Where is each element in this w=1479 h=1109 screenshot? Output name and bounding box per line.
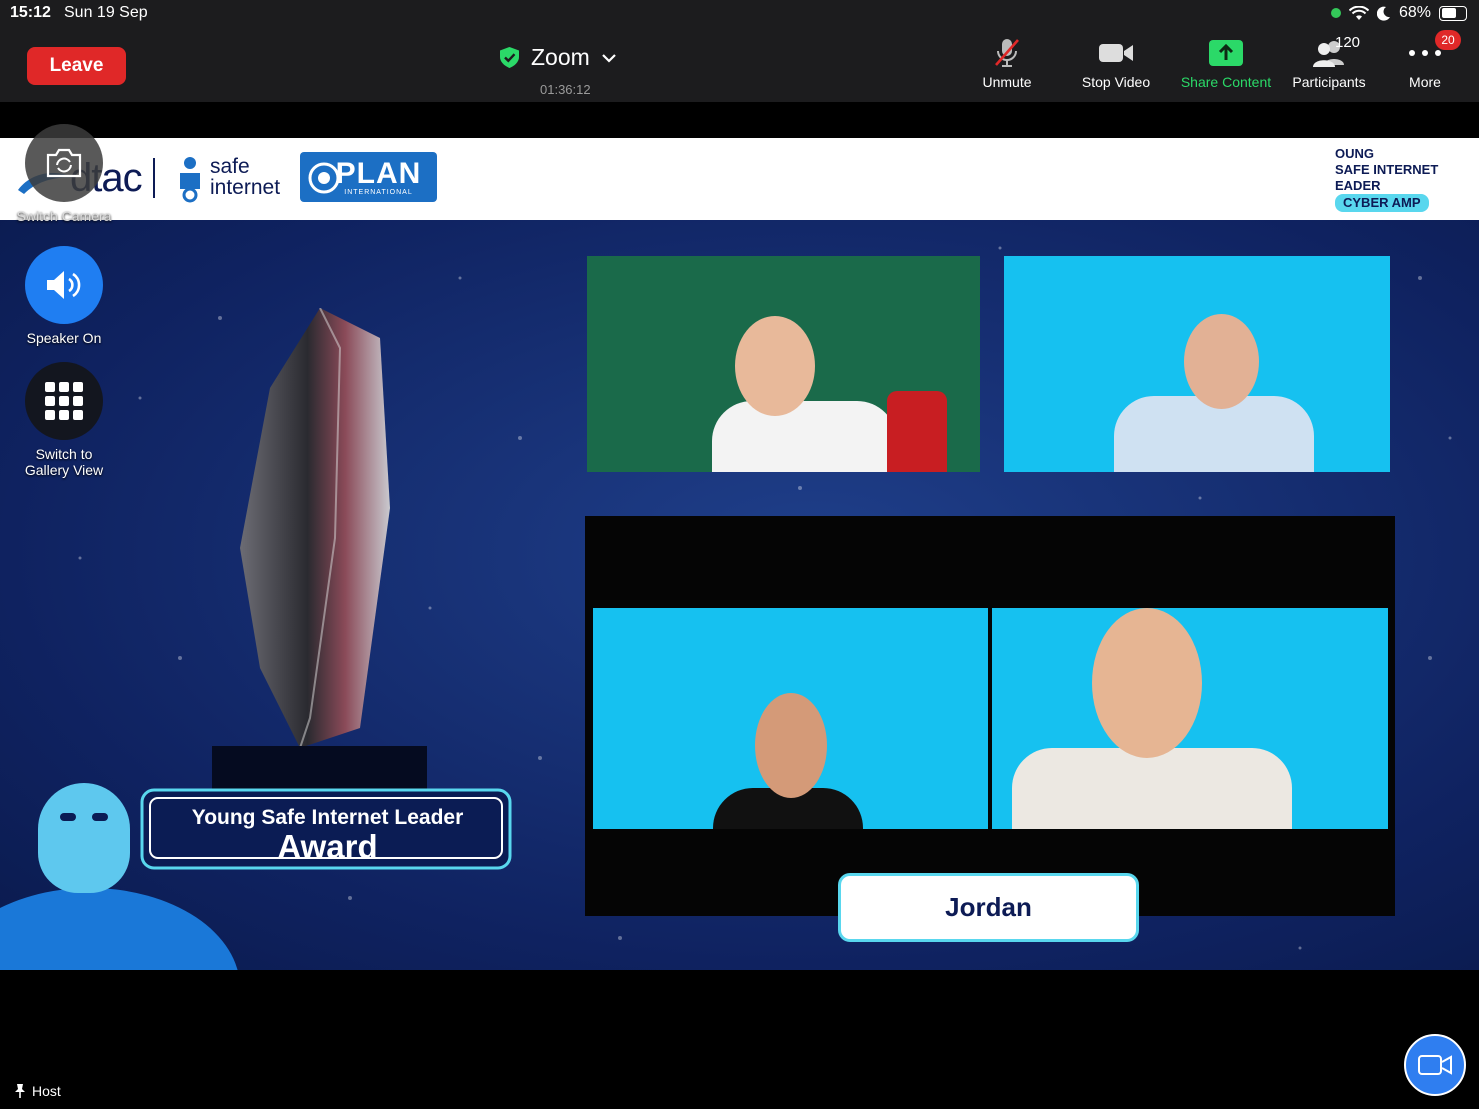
stop-video-label: Stop Video — [1081, 74, 1151, 90]
speaker-name-card: Jordan — [838, 873, 1139, 942]
status-indicators: 68% — [1330, 4, 1467, 22]
cyber-camp-logo: OUNG SAFE INTERNET EADER CYBER AMP — [1335, 146, 1438, 212]
shared-video-stage: dtac safe internet PLAN INTERNATIONAL OU… — [0, 138, 1479, 970]
share-screen-icon — [1209, 40, 1243, 66]
participant-body — [712, 401, 897, 472]
battery-icon — [1439, 5, 1467, 21]
video-tile-participant-1 — [587, 256, 980, 472]
camp-line2: SAFE INTERNET — [1335, 162, 1439, 177]
meeting-title-dropdown[interactable]: Zoom — [500, 44, 616, 71]
status-bar: 15:12 Sun 19 Sep 68% — [0, 0, 1479, 28]
speaker-icon — [47, 271, 81, 299]
participant-head — [755, 693, 827, 798]
speaker-label: Speaker On — [26, 330, 102, 346]
mascot-eye-right — [92, 813, 108, 821]
plan-logo-subtext: INTERNATIONAL — [344, 188, 413, 196]
host-indicator: Host — [14, 1083, 61, 1099]
camera-toggle-button[interactable] — [1404, 1034, 1466, 1096]
award-title-line2: Award — [277, 828, 378, 865]
event-banner: dtac safe internet PLAN INTERNATIONAL OU… — [0, 138, 1479, 220]
gallery-view-label-2: Gallery View — [24, 462, 104, 478]
speaker-circle — [25, 246, 103, 324]
leave-button[interactable]: Leave — [27, 47, 126, 85]
video-tile-participant-3 — [593, 608, 988, 829]
speaker-button[interactable]: Speaker On — [4, 246, 124, 346]
safe-internet-logo: safe internet — [210, 156, 280, 198]
participants-label: Participants — [1292, 74, 1366, 90]
gallery-view-label-1: Switch to — [35, 446, 93, 462]
mascot-eye-left — [60, 813, 76, 821]
battery-fill — [1441, 8, 1456, 18]
participants-button[interactable]: 120 Participants — [1274, 34, 1384, 96]
plan-logo-text: PLAN — [335, 156, 422, 190]
camp-line1: OUNG — [1335, 146, 1374, 161]
safe-internet-line1: safe — [210, 155, 250, 178]
switch-camera-circle — [25, 124, 103, 202]
share-content-button[interactable]: Share Content — [1171, 36, 1281, 96]
wifi-icon — [1348, 5, 1369, 20]
notification-badge: 20 — [1435, 30, 1461, 50]
unmute-button[interactable]: Unmute — [952, 36, 1062, 96]
status-date: Sun 19 Sep — [64, 4, 148, 21]
plan-globe-icon — [308, 162, 340, 194]
safe-internet-line2: internet — [210, 176, 281, 199]
gallery-view-button[interactable]: Switch to Gallery View — [4, 362, 124, 478]
participant-head — [1092, 608, 1202, 758]
switch-camera-button[interactable]: Switch Camera — [4, 124, 124, 224]
status-time: 15:12 — [10, 4, 51, 21]
mascot-character — [38, 783, 130, 893]
plan-international-logo: PLAN INTERNATIONAL — [300, 152, 437, 202]
participant-body — [1012, 748, 1292, 829]
share-content-label: Share Content — [1180, 74, 1272, 90]
participants-count: 120 — [1335, 34, 1361, 51]
chevron-down-icon — [602, 53, 616, 63]
camp-line3: EADER — [1335, 178, 1381, 193]
more-dots-icon — [1409, 50, 1441, 56]
video-tile-participant-2 — [1004, 256, 1390, 472]
more-label: More — [1409, 74, 1441, 90]
meeting-title: Zoom — [531, 44, 590, 70]
muted-microphone-icon — [995, 39, 1019, 67]
video-camera-icon — [1418, 1055, 1452, 1075]
host-label: Host — [32, 1083, 61, 1099]
participant-head — [735, 316, 815, 416]
award-plaque: Young Safe Internet Leader Award — [140, 788, 515, 878]
pin-icon — [15, 1084, 25, 1098]
switch-camera-label: Switch Camera — [16, 208, 112, 224]
video-camera-icon — [1099, 44, 1133, 62]
more-button[interactable]: 20 More — [1370, 30, 1479, 96]
red-chair — [887, 391, 947, 472]
award-title-line1: Young Safe Internet Leader — [191, 806, 464, 829]
crystal-trophy — [240, 308, 390, 748]
moon-icon — [1376, 6, 1390, 21]
battery-percent: 68% — [1398, 4, 1431, 21]
meeting-timer: 01:36:12 — [540, 82, 591, 97]
unmute-label: Unmute — [982, 74, 1032, 90]
gallery-view-circle — [25, 362, 103, 440]
shield-check-icon — [500, 47, 519, 68]
grid-icon — [45, 382, 83, 420]
safe-internet-figure-icon — [180, 157, 200, 203]
stage-top-border — [0, 102, 1479, 139]
video-tile-participant-4 — [992, 608, 1388, 829]
camera-rotate-icon — [46, 148, 82, 178]
logo-divider — [153, 158, 155, 198]
participant-head — [1184, 314, 1259, 409]
camp-line4: CYBER AMP — [1335, 194, 1429, 212]
camera-in-use-icon — [1330, 8, 1341, 18]
stop-video-button[interactable]: Stop Video — [1061, 36, 1171, 96]
